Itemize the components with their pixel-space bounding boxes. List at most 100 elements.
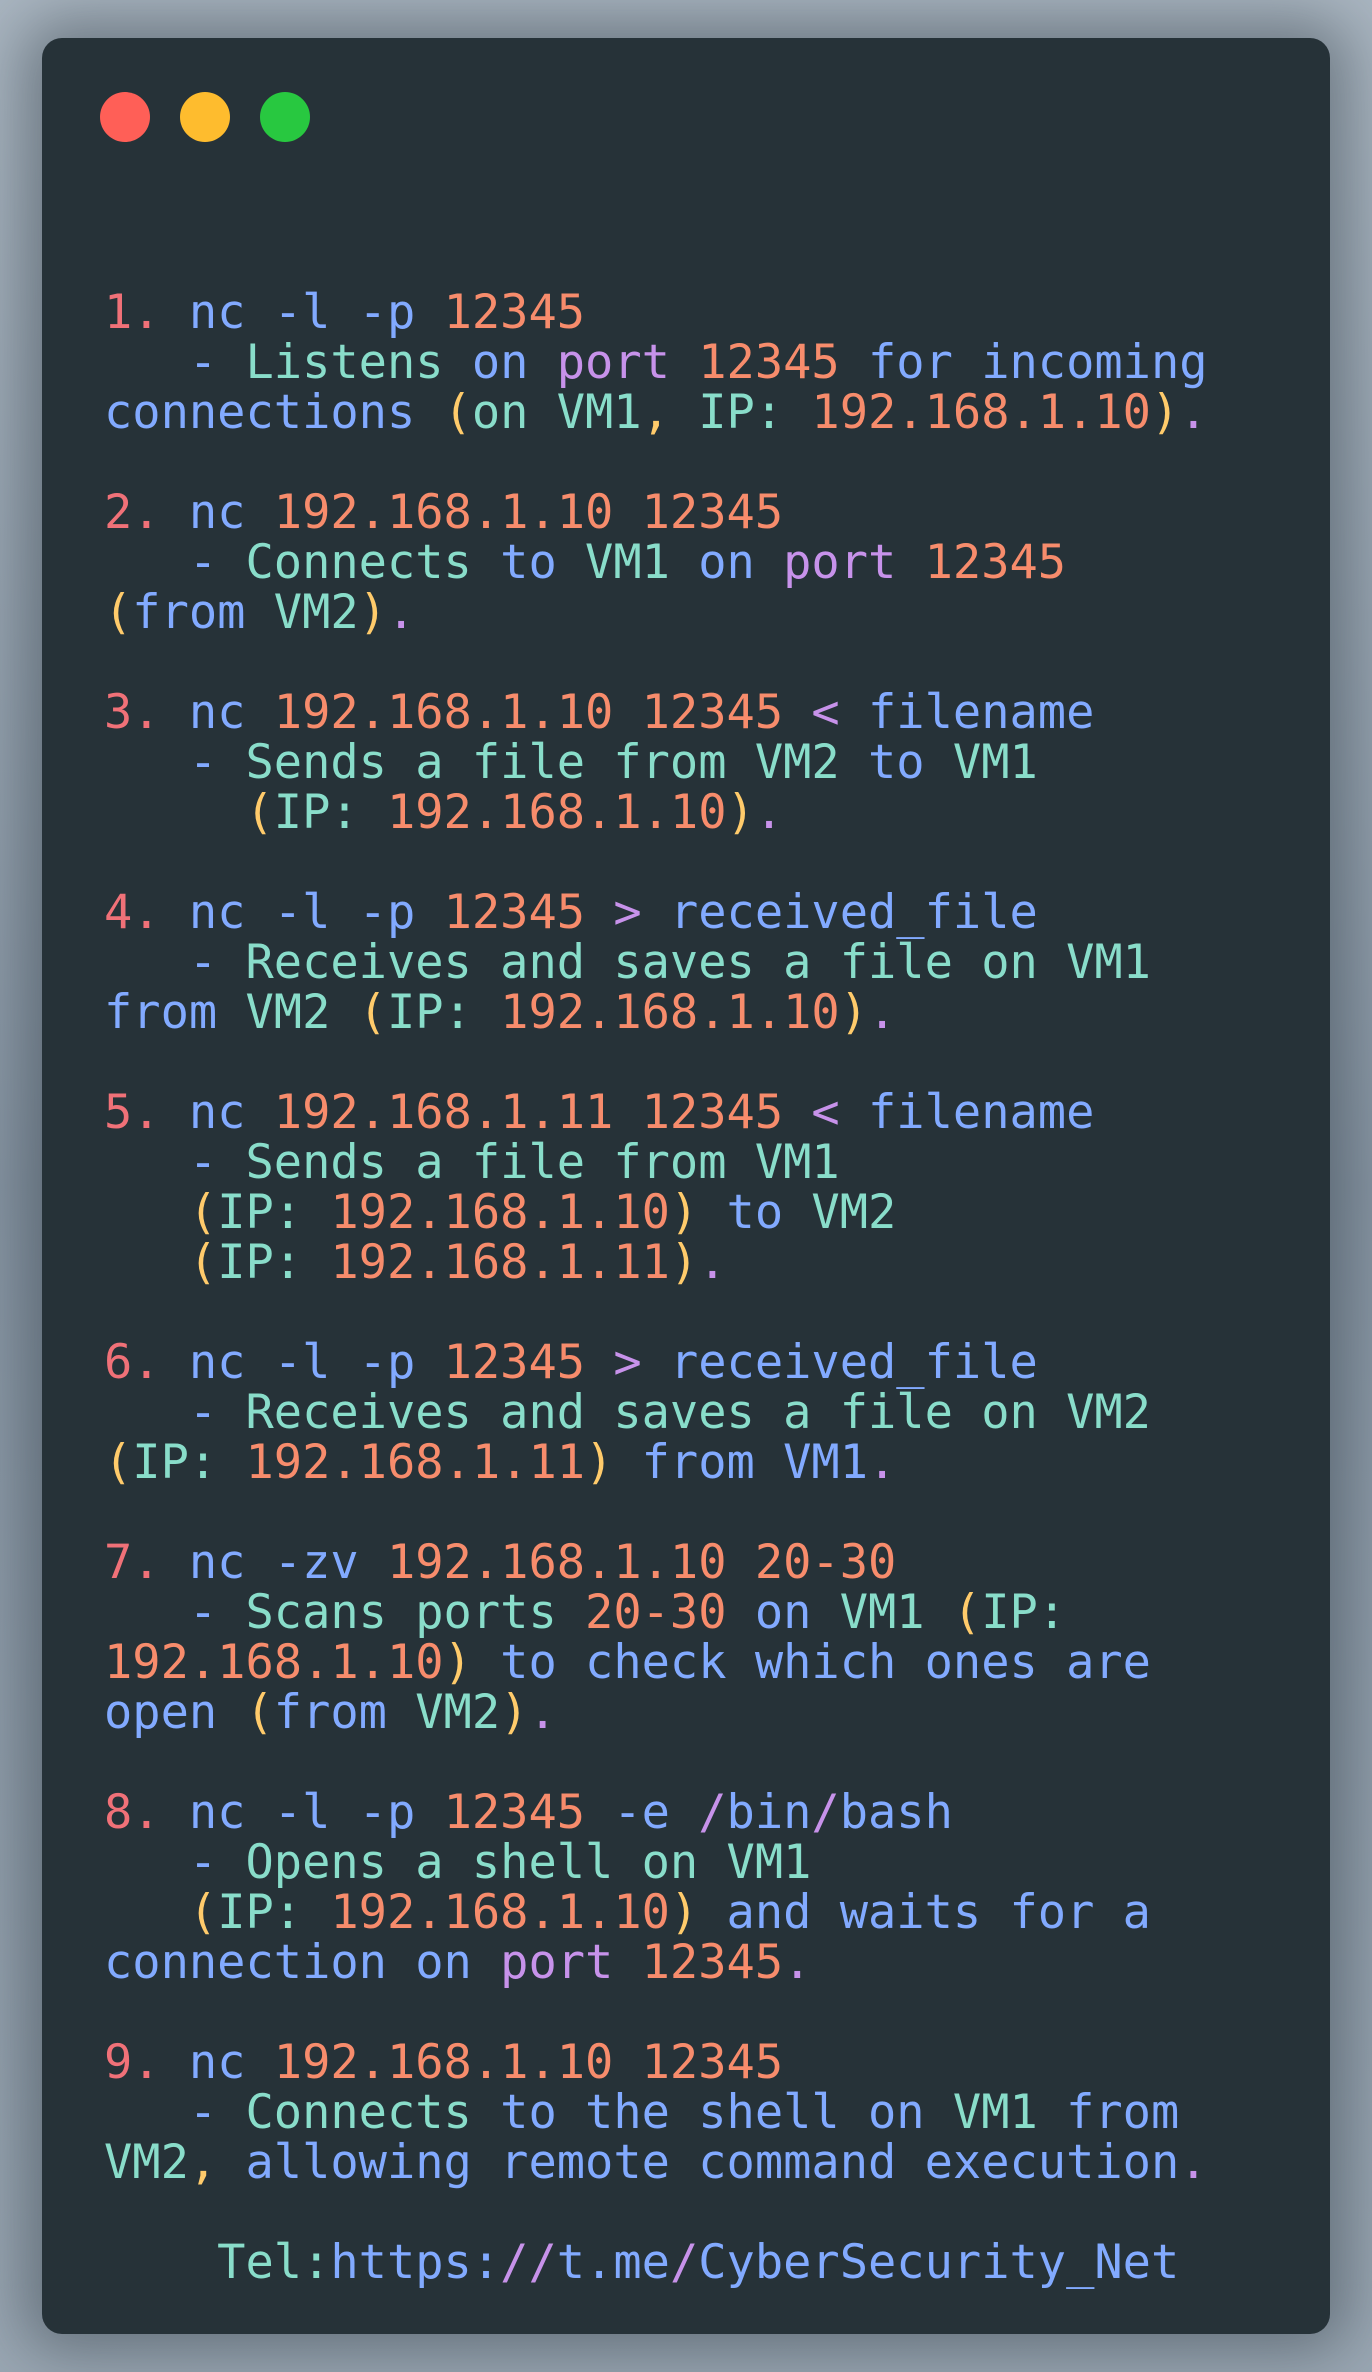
code-token: 20-30 bbox=[585, 1585, 755, 1640]
code-token: VM2 bbox=[811, 1185, 897, 1240]
code-token: on bbox=[698, 535, 784, 590]
code-line: 2. nc 192.168.1.10 12345 bbox=[104, 488, 1208, 538]
code-token: - bbox=[104, 1385, 246, 1440]
code-token: 192.168.1.10 bbox=[811, 385, 1151, 440]
code-token: ( bbox=[245, 1685, 274, 1740]
code-token: VM1 bbox=[952, 2085, 1067, 2140]
code-token: / bbox=[698, 1785, 727, 1840]
code-token: 12345 bbox=[924, 535, 1067, 590]
code-token: ( bbox=[358, 985, 387, 1040]
code-token: Receives and saves a file on VM1 bbox=[245, 935, 1151, 990]
code-token: - bbox=[104, 1135, 246, 1190]
code-token: VM1 bbox=[839, 1585, 953, 1640]
code-line: - Listens on port 12345 for incoming bbox=[104, 338, 1208, 388]
code-token: // bbox=[500, 2235, 557, 2290]
code-token: ( bbox=[104, 785, 274, 840]
code-token: bin bbox=[726, 1785, 812, 1840]
code-line: (IP: 192.168.1.11). bbox=[104, 1238, 1208, 1288]
code-line: 5. nc 192.168.1.11 12345 < filename bbox=[104, 1088, 1208, 1138]
code-token: - bbox=[104, 1835, 246, 1890]
code-token: 1. bbox=[104, 285, 189, 340]
code-token: < bbox=[811, 1085, 869, 1140]
code-line: 3. nc 192.168.1.10 12345 < filename bbox=[104, 688, 1208, 738]
code-token: nc -zv bbox=[188, 1535, 387, 1590]
code-token: ) bbox=[1150, 385, 1180, 440]
code-token: nc bbox=[188, 685, 274, 740]
code-token: port bbox=[783, 535, 925, 590]
code-token: ) bbox=[443, 1635, 501, 1690]
code-token: VM2 bbox=[245, 985, 359, 1040]
code-token: Sends a file from VM1 bbox=[245, 1135, 840, 1190]
code-token: VM1 bbox=[952, 735, 1038, 790]
code-token: / bbox=[669, 2235, 699, 2290]
code-line: - Opens a shell on VM1 bbox=[104, 1838, 1208, 1888]
code-line: 1. nc -l -p 12345 bbox=[104, 288, 1208, 338]
code-token: > bbox=[613, 1335, 670, 1390]
code-line: (IP: 192.168.1.10) to VM2 bbox=[104, 1188, 1208, 1238]
code-token: 12345 bbox=[443, 1785, 614, 1840]
code-line: (from VM2). bbox=[104, 588, 1208, 638]
code-token: from bbox=[273, 1685, 416, 1740]
code-token: . bbox=[386, 585, 416, 640]
code-token: ( bbox=[443, 385, 472, 440]
code-token: port bbox=[500, 1935, 642, 1990]
code-line: 8. nc -l -p 12345 -e /bin/bash bbox=[104, 1788, 1208, 1838]
code-token: nc -l -p bbox=[188, 885, 444, 940]
code-token: Opens a shell on VM1 bbox=[245, 1835, 812, 1890]
code-token: Connects bbox=[245, 535, 501, 590]
code-token: . bbox=[1179, 2135, 1208, 2190]
code-line: connections (on VM1, IP: 192.168.1.10). bbox=[104, 388, 1208, 438]
code-token: allowing remote command execution bbox=[245, 2135, 1180, 2190]
close-button[interactable] bbox=[100, 92, 150, 142]
code-token: 12345 bbox=[443, 1335, 614, 1390]
code-line: from VM2 (IP: 192.168.1.10). bbox=[104, 988, 1208, 1038]
code-token: on VM1 bbox=[471, 385, 642, 440]
code-token: < bbox=[811, 685, 869, 740]
code-token: ( bbox=[104, 1235, 218, 1290]
code-token: 192.168.1.10 bbox=[330, 1885, 670, 1940]
code-token: to bbox=[868, 735, 953, 790]
code-token: ( bbox=[104, 585, 133, 640]
code-token: - bbox=[104, 335, 246, 390]
code-token: Receives and saves a file on VM2 bbox=[245, 1385, 1151, 1440]
code-token: IP: bbox=[698, 385, 812, 440]
code-token: Tel: bbox=[104, 2235, 331, 2290]
code-token: IP: bbox=[217, 1185, 331, 1240]
code-token: 12345 bbox=[443, 885, 614, 940]
terminal-window: 1. nc -l -p 12345 - Listens on port 1234… bbox=[42, 38, 1330, 2334]
code-line: 4. nc -l -p 12345 > received_file bbox=[104, 888, 1208, 938]
code-token: 192.168.1.11 12345 bbox=[273, 1085, 812, 1140]
code-block: 1. nc -l -p 12345 - Listens on port 1234… bbox=[104, 238, 1208, 2288]
code-token: IP: bbox=[981, 1585, 1067, 1640]
code-token: Sends a file from bbox=[245, 735, 755, 790]
code-token: . bbox=[754, 785, 784, 840]
code-token: nc -l -p bbox=[188, 285, 444, 340]
code-token: / bbox=[811, 1785, 840, 1840]
code-line: open (from VM2). bbox=[104, 1688, 1208, 1738]
code-token: ( bbox=[104, 1435, 133, 1490]
code-line: - Receives and saves a file on VM2 bbox=[104, 1388, 1208, 1438]
minimize-button[interactable] bbox=[180, 92, 230, 142]
code-token: 12345 bbox=[641, 1935, 784, 1990]
code-token: Scans ports bbox=[245, 1585, 586, 1640]
maximize-button[interactable] bbox=[260, 92, 310, 142]
code-token: ) bbox=[839, 985, 869, 1040]
code-token: nc bbox=[188, 1085, 274, 1140]
code-token: ( bbox=[104, 1885, 218, 1940]
code-line: Tel:https://t.me/CyberSecurity_Net bbox=[104, 2238, 1208, 2288]
code-token: VM2 bbox=[754, 735, 869, 790]
code-token: 5. bbox=[104, 1085, 189, 1140]
code-token: bash bbox=[839, 1785, 953, 1840]
code-token: Connects bbox=[245, 2085, 501, 2140]
code-token: received_file bbox=[669, 885, 1038, 940]
code-token: IP: bbox=[386, 985, 501, 1040]
code-token: 8. bbox=[104, 1785, 189, 1840]
